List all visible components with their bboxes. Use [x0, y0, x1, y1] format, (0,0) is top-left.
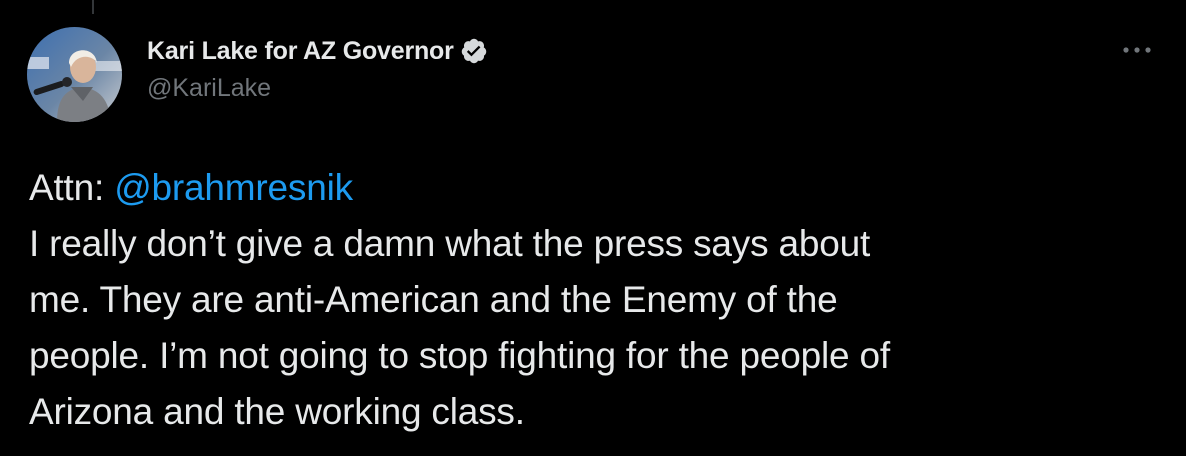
more-options-icon	[1122, 46, 1152, 54]
tweet-text-line-attn: Attn: @brahmresnik	[29, 160, 1149, 216]
tweet-text-line: Arizona and the working class.	[29, 391, 525, 432]
avatar-image	[27, 27, 122, 122]
avatar[interactable]	[27, 27, 122, 122]
tweet-author: Kari Lake for AZ Governor @KariLake	[147, 34, 488, 103]
tweet: Kari Lake for AZ Governor @KariLake Attn…	[0, 0, 1186, 456]
author-display-name[interactable]: Kari Lake for AZ Governor	[147, 37, 454, 66]
tweet-text-line: people. I’m not going to stop fighting f…	[29, 335, 890, 376]
tweet-text-line: I really don’t give a damn what the pres…	[29, 223, 871, 264]
author-name-row: Kari Lake for AZ Governor	[147, 34, 488, 68]
mention-link[interactable]: @brahmresnik	[114, 167, 353, 208]
tweet-text: Attn: @brahmresnik I really don’t give a…	[29, 160, 1149, 440]
verified-badge-icon	[460, 37, 488, 65]
author-handle[interactable]: @KariLake	[147, 74, 488, 103]
tweet-text-line: me. They are anti-American and the Enemy…	[29, 279, 838, 320]
tweet-prefix: Attn:	[29, 167, 115, 208]
more-options-button[interactable]	[1118, 38, 1156, 62]
